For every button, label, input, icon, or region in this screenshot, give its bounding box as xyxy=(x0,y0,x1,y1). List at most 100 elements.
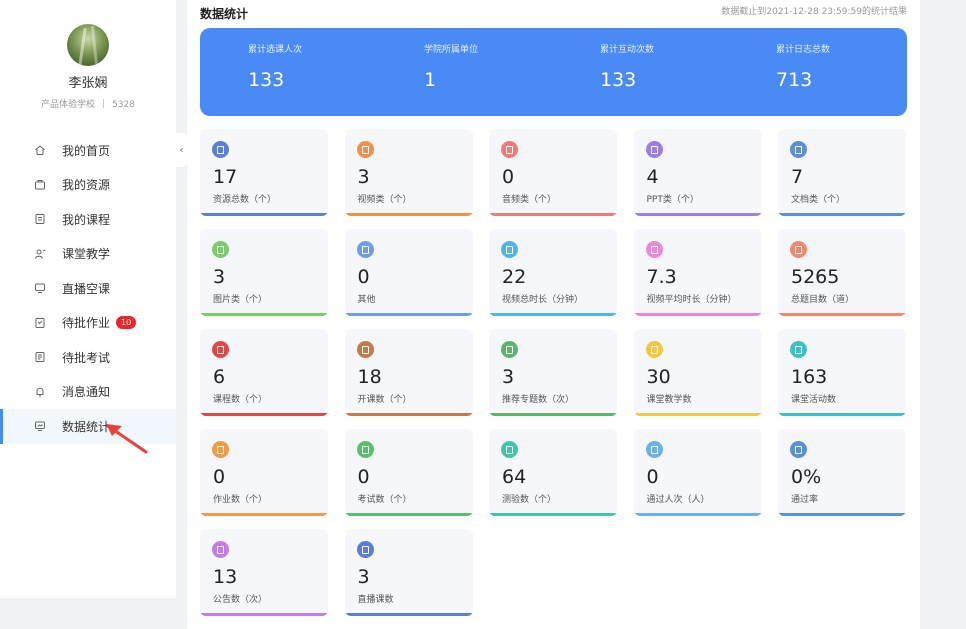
notification-badge: 10 xyxy=(116,316,137,330)
stat-card-accent-bar xyxy=(489,413,617,416)
stat-card-value: 3 xyxy=(213,266,226,288)
stat-card: 13 公告数（次） xyxy=(200,529,328,616)
resource-icon xyxy=(34,179,46,191)
teach-icon xyxy=(645,341,663,358)
stat-card-value: 0 xyxy=(502,166,515,188)
stat-card-value: 3 xyxy=(357,166,370,188)
homework-icon xyxy=(212,441,229,458)
stat-card-label: 课堂教学数 xyxy=(646,395,692,405)
stat-card: 0% 通过率 xyxy=(778,429,906,516)
stat-card-value: 6 xyxy=(213,366,226,388)
collapse-sidebar-button[interactable]: ‹ xyxy=(176,133,187,167)
sidebar-item-3[interactable]: 我的课程 xyxy=(0,202,176,237)
stat-card-label: 图片类（个） xyxy=(213,295,268,305)
topic-icon xyxy=(501,341,518,358)
stat-card-label: 课堂活动数 xyxy=(791,395,837,405)
sidebar-item-8[interactable]: 消息通知 xyxy=(0,375,176,410)
divider xyxy=(103,99,105,108)
stat-card: 0 音频类（个） xyxy=(489,129,617,216)
stat-card: 22 视频总时长（分钟） xyxy=(489,229,617,316)
stat-card-accent-bar xyxy=(344,613,473,616)
sidebar-item-5[interactable]: 直播空课 xyxy=(0,271,176,306)
banner-stat-value: 133 xyxy=(600,69,637,91)
sidebar-menu: 我的首页 我的资源 我的课程 课堂教学 直播空课 待批作业 10 待批考试 消息通知 数据统计 xyxy=(0,133,176,444)
stat-card-accent-bar xyxy=(633,313,762,316)
video-icon xyxy=(356,141,374,158)
live-icon xyxy=(356,541,374,558)
announce-icon xyxy=(212,541,229,558)
stat-card-accent-bar xyxy=(778,413,906,416)
course-icon xyxy=(34,213,46,225)
stat-card-label: 直播课数 xyxy=(357,595,394,605)
stat-card-label: 课程数（个） xyxy=(213,395,268,405)
avatar[interactable] xyxy=(67,24,109,66)
monitor-icon xyxy=(34,282,46,294)
stat-card: 64 测验数（个） xyxy=(489,429,617,516)
sidebar-item-label: 直播空课 xyxy=(62,281,111,296)
stat-card: 5265 总题目数（道） xyxy=(778,229,906,316)
stat-card-accent-bar xyxy=(200,513,328,516)
stat-card: 17 资源总数（个） xyxy=(200,129,328,216)
banner-stat-label: 学院所属单位 xyxy=(424,45,479,55)
stat-card-label: 开课数（个） xyxy=(357,395,412,405)
stat-card: 163 课堂活动数 xyxy=(778,329,906,416)
stat-card: 0 其他 xyxy=(344,229,473,316)
page-title: 数据统计 xyxy=(200,7,249,21)
stat-card: 0 通过人次（人） xyxy=(633,429,762,516)
stat-card-label: 总题目数（道） xyxy=(791,295,855,305)
sidebar-item-6[interactable]: 待批作业 10 xyxy=(0,306,176,341)
stat-card-accent-bar xyxy=(633,213,762,216)
other-icon xyxy=(356,241,374,258)
stat-card-label: 音频类（个） xyxy=(502,195,557,205)
stat-card-label: 考试数（个） xyxy=(357,495,412,505)
stat-card-label: 视频平均时长（分钟） xyxy=(646,295,737,305)
stat-card-label: 文档类（个） xyxy=(791,195,846,205)
stat-card-accent-bar xyxy=(200,613,328,616)
clock-icon xyxy=(645,241,663,258)
bell-icon xyxy=(34,386,46,398)
sidebar-item-7[interactable]: 待批考试 xyxy=(0,340,176,375)
stat-card-accent-bar xyxy=(778,313,906,316)
home-icon xyxy=(34,144,46,156)
stat-card: 3 视频类（个） xyxy=(344,129,473,216)
sidebar-item-label: 消息通知 xyxy=(62,385,111,400)
stat-card-value: 5265 xyxy=(791,266,840,288)
stat-card-value: 0 xyxy=(357,466,370,488)
summary-banner: 累计选课人次 133 学院所属单位 1 累计互动次数 133 累计日志总数 713 xyxy=(200,28,907,116)
school-name: 产品体验学校 xyxy=(41,100,96,110)
stat-card-label: 公告数（次） xyxy=(213,595,268,605)
stat-card: 0 作业数（个） xyxy=(200,429,328,516)
sidebar-item-2[interactable]: 我的资源 xyxy=(0,168,176,203)
stat-card-accent-bar xyxy=(344,313,473,316)
stat-card: 3 直播课数 xyxy=(344,529,473,616)
stat-card-label: 测验数（个） xyxy=(502,495,557,505)
user-name: 李张娴 xyxy=(68,76,108,91)
sidebar-item-label: 待批作业 xyxy=(62,316,111,331)
stat-card-value: 7 xyxy=(791,166,804,188)
stat-card-label: 其他 xyxy=(357,295,376,305)
stat-card-value: 18 xyxy=(357,366,382,388)
stat-card-accent-bar xyxy=(344,413,473,416)
stat-card: 0 考试数（个） xyxy=(344,429,473,516)
stat-card-accent-bar xyxy=(489,313,617,316)
stat-card-accent-bar xyxy=(778,213,906,216)
stat-card-label: 通过率 xyxy=(791,495,819,505)
stat-card-accent-bar xyxy=(200,413,328,416)
stat-card-value: 22 xyxy=(502,266,527,288)
stat-card: 7 文档类（个） xyxy=(778,129,906,216)
homework-icon xyxy=(34,317,46,329)
sidebar-item-4[interactable]: 课堂教学 xyxy=(0,237,176,272)
sidebar-item-1[interactable]: 我的首页 xyxy=(0,133,176,168)
stat-card: 3 推荐专题数（次） xyxy=(489,329,617,416)
stat-card-value: 64 xyxy=(502,466,527,488)
annotation-arrow-icon xyxy=(106,424,148,454)
pass-icon xyxy=(645,441,663,458)
resource-icon xyxy=(212,141,229,158)
stat-card-value: 0% xyxy=(791,466,822,488)
sidebar: 李张娴 产品体验学校 5328 我的首页 我的资源 我的课程 课堂教学直播空课待批作业 1… xyxy=(0,0,176,598)
school-row: 产品体验学校 5328 xyxy=(0,97,176,110)
stat-card: 4 PPT类（个） xyxy=(633,129,762,216)
stat-card-value: 7.3 xyxy=(646,266,677,288)
stat-card: 7.3 视频平均时长（分钟） xyxy=(633,229,762,316)
stat-card-value: 0 xyxy=(213,466,226,488)
